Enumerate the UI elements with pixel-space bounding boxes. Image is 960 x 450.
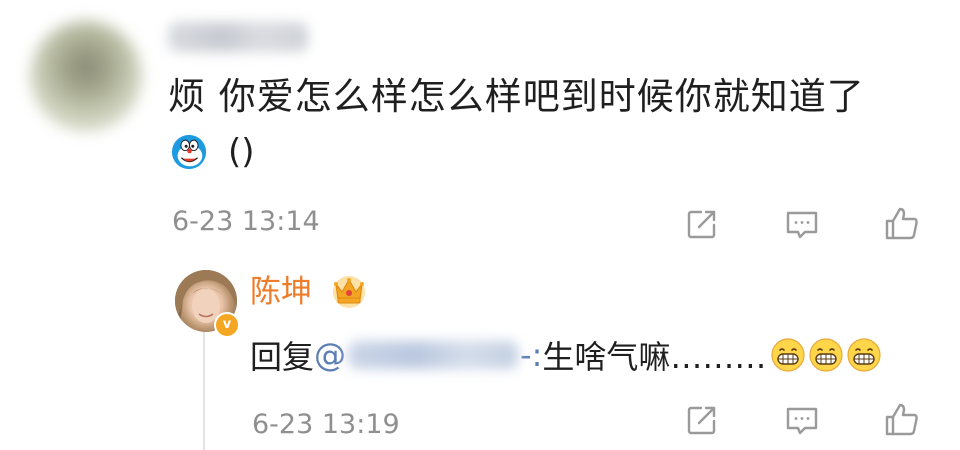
verified-badge: v	[214, 312, 240, 338]
reply-timestamp: 6-23 13:19	[252, 409, 400, 440]
comment-icon	[786, 407, 818, 435]
comment-timestamp: 6-23 13:14	[172, 206, 320, 237]
grin-emoji-icon	[771, 338, 805, 372]
reply-text: 生啥气嘛………	[542, 338, 767, 376]
share-icon	[687, 210, 716, 239]
grin-emoji-icon	[847, 338, 881, 372]
reply-share-button[interactable]	[682, 400, 722, 440]
reply-prefix: 回复	[250, 338, 315, 376]
comment-icon	[786, 211, 818, 239]
comment-actions	[682, 202, 922, 246]
mention-tail: -:	[520, 336, 543, 374]
like-icon	[885, 403, 918, 436]
reply-text-row: 回复 @ -: 生啥气嘛………	[250, 330, 882, 380]
reply-actions	[682, 398, 922, 442]
reply-thread-line	[203, 330, 205, 450]
like-icon	[885, 207, 918, 240]
mention-at-sign[interactable]: @	[314, 336, 346, 374]
reply-comment-button[interactable]	[782, 400, 822, 440]
reply-author-name[interactable]: 陈坤	[250, 270, 312, 314]
comment-emoji-row: ()	[170, 132, 255, 172]
comment-thread: 烦 你爱怎么样怎么样吧到时候你就知道了 () 6-23 13:14 v 陈坤 回…	[0, 0, 960, 450]
share-icon	[687, 406, 716, 435]
crown-icon	[333, 276, 365, 308]
grin-emoji-group	[770, 337, 882, 373]
reply-comment-button[interactable]	[782, 204, 822, 244]
comment-parens: ()	[228, 132, 255, 172]
like-button[interactable]	[882, 204, 922, 244]
commenter-avatar[interactable]	[30, 20, 142, 132]
grin-emoji-icon	[809, 338, 843, 372]
mentioned-username[interactable]	[348, 341, 519, 369]
share-button[interactable]	[682, 204, 722, 244]
commenter-username[interactable]	[168, 22, 308, 52]
comment-text: 烦 你爱怎么样怎么样吧到时候你就知道了	[168, 75, 865, 118]
doraemon-emoji-icon	[171, 134, 207, 170]
reply-like-button[interactable]	[882, 400, 922, 440]
